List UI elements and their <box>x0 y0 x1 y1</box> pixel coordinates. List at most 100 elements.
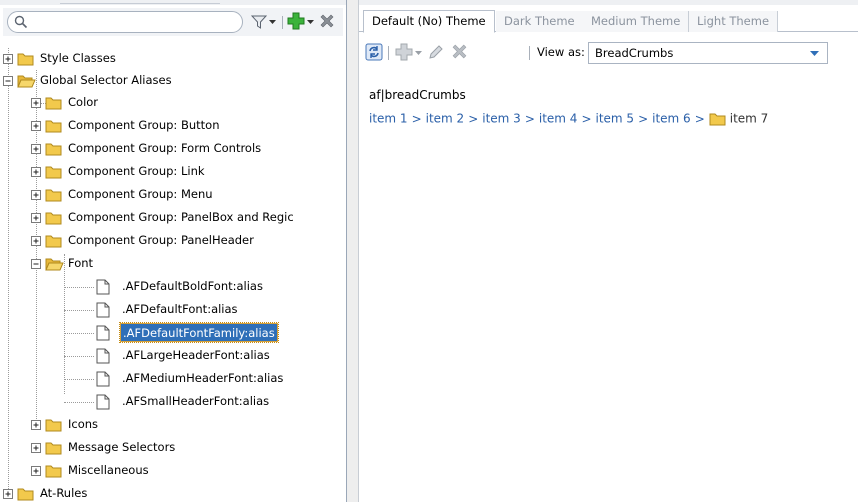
tree-item-component-group-form-controls[interactable]: Component Group: Form Controls <box>0 138 346 160</box>
refresh-icon[interactable] <box>365 43 383 61</box>
tree-item-afdefaultfont[interactable]: .AFDefaultFont:alias <box>0 299 346 321</box>
tree-item-miscellaneous[interactable]: Miscellaneous <box>0 460 346 482</box>
tree-item-label: Miscellaneous <box>68 463 149 477</box>
tree-item-message-selectors[interactable]: Message Selectors <box>0 437 346 459</box>
expand-icon[interactable] <box>31 466 42 477</box>
tree-item-label: .AFDefaultFontFamily:alias <box>119 322 279 343</box>
tree-item-label: .AFDefaultBoldFont:alias <box>122 279 263 293</box>
tree-item-font[interactable]: Font <box>0 253 346 275</box>
crumb-separator: > <box>468 111 479 126</box>
collapse-icon[interactable] <box>3 76 14 87</box>
folder-icon <box>45 235 62 248</box>
resize-grip[interactable] <box>60 0 220 4</box>
preview-pane: Default (No) Theme Dark Theme Medium The… <box>359 0 858 502</box>
tab-dark-theme[interactable]: Dark Theme <box>496 11 584 32</box>
crumb-link[interactable]: item 1 <box>369 112 408 126</box>
add-dropdown-icon[interactable] <box>415 51 422 56</box>
folder-icon <box>45 419 62 432</box>
tree-item-afdefaultfontfamily[interactable]: .AFDefaultFontFamily:alias <box>0 322 346 344</box>
crumb-link[interactable]: item 3 <box>482 112 521 126</box>
tree-item-label: .AFLargeHeaderFont:alias <box>122 348 270 362</box>
pane-splitter[interactable] <box>347 0 359 502</box>
document-icon <box>96 325 110 341</box>
chevron-down-icon <box>810 51 819 56</box>
tree-item-style-classes[interactable]: Style Classes <box>0 48 346 70</box>
expand-icon[interactable] <box>3 54 14 65</box>
tree-item-component-group-panelbox[interactable]: Component Group: PanelBox and Regic <box>0 207 346 229</box>
collapse-icon[interactable] <box>31 259 42 270</box>
tree-item-icons[interactable]: Icons <box>0 414 346 436</box>
search-toolbar <box>3 8 343 36</box>
preview-toolbar: View as: BreadCrumbs <box>359 38 858 66</box>
toolbar-separator <box>529 46 530 60</box>
add-dropdown-icon[interactable] <box>307 20 314 25</box>
add-disabled-icon[interactable] <box>395 43 413 61</box>
expand-icon[interactable] <box>31 420 42 431</box>
folder-icon <box>45 465 62 478</box>
tree-item-component-group-menu[interactable]: Component Group: Menu <box>0 184 346 206</box>
tree-item-afdefaultboldfont[interactable]: .AFDefaultBoldFont:alias <box>0 276 346 298</box>
crumb-separator: > <box>411 111 422 126</box>
crumb-link[interactable]: item 2 <box>426 112 465 126</box>
tree-item-at-rules[interactable]: At-Rules <box>0 483 346 502</box>
expand-icon[interactable] <box>3 489 14 500</box>
tab-default-theme[interactable]: Default (No) Theme <box>363 10 495 33</box>
tree-item-component-group-link[interactable]: Component Group: Link <box>0 161 346 183</box>
search-input[interactable] <box>32 14 232 30</box>
tree-item-label: .AFMediumHeaderFont:alias <box>122 371 284 385</box>
delete-icon[interactable] <box>319 13 335 29</box>
tree-item-label: .AFSmallHeaderFont:alias <box>122 394 270 408</box>
selector-name: af|breadCrumbs <box>369 88 466 102</box>
tree-item-label: Message Selectors <box>68 440 176 454</box>
tree-item-color[interactable]: Color <box>0 92 346 114</box>
view-as-select[interactable]: BreadCrumbs <box>588 42 828 64</box>
document-icon <box>96 371 110 387</box>
tree-item-aflargeheaderfont[interactable]: .AFLargeHeaderFont:alias <box>0 345 346 367</box>
expand-icon[interactable] <box>31 167 42 178</box>
breadcrumb: item 1 > item 2 > item 3 > item 4 > item 5 > item … <box>369 111 768 126</box>
expand-icon[interactable] <box>31 190 42 201</box>
add-icon[interactable] <box>287 12 305 30</box>
toolbar-separator <box>388 46 389 60</box>
crumb-link[interactable]: item 5 <box>596 112 635 126</box>
folder-icon <box>709 113 726 125</box>
tree-item-afmediumheaderfont[interactable]: .AFMediumHeaderFont:alias <box>0 368 346 390</box>
toolbar-separator <box>282 16 283 29</box>
filter-dropdown-icon[interactable] <box>269 20 276 25</box>
tree-item-label: At-Rules <box>40 486 88 500</box>
folder-icon <box>17 488 34 501</box>
crumb-separator: > <box>581 111 592 126</box>
pane-header-strip <box>0 0 346 5</box>
expand-icon[interactable] <box>31 213 42 224</box>
tree-guide <box>64 356 94 357</box>
filter-icon[interactable] <box>251 14 267 30</box>
tree-item-component-group-button[interactable]: Component Group: Button <box>0 115 346 137</box>
tree-item-label: Component Group: Link <box>68 164 205 178</box>
crumb-separator: > <box>694 111 705 126</box>
folder-icon <box>17 53 34 66</box>
expand-icon[interactable] <box>31 98 42 109</box>
tree-item-component-group-panelheader[interactable]: Component Group: PanelHeader <box>0 230 346 252</box>
tree-guide <box>64 287 94 288</box>
folder-icon <box>45 442 62 455</box>
expand-icon[interactable] <box>31 236 42 247</box>
tree-guide <box>64 333 94 334</box>
expand-icon[interactable] <box>31 121 42 132</box>
search-field[interactable] <box>7 11 243 33</box>
pane-header-strip <box>359 0 858 5</box>
delete-disabled-icon[interactable] <box>451 43 468 60</box>
edit-icon[interactable] <box>427 43 445 61</box>
tab-light-theme[interactable]: Light Theme <box>689 11 779 32</box>
tree-item-label: Global Selector Aliases <box>40 73 172 87</box>
folder-icon <box>45 97 62 110</box>
crumb-link[interactable]: item 6 <box>652 112 691 126</box>
theme-tabs: Default (No) Theme Dark Theme Medium The… <box>359 8 858 33</box>
expand-icon[interactable] <box>31 144 42 155</box>
tree-guide <box>64 379 94 380</box>
folder-icon <box>45 212 62 225</box>
tab-medium-theme[interactable]: Medium Theme <box>583 11 690 32</box>
crumb-link[interactable]: item 4 <box>539 112 578 126</box>
tree-item-global-selector-aliases[interactable]: Global Selector Aliases <box>0 70 346 92</box>
tree-item-afsmallheaderfont[interactable]: .AFSmallHeaderFont:alias <box>0 391 346 413</box>
expand-icon[interactable] <box>31 443 42 454</box>
